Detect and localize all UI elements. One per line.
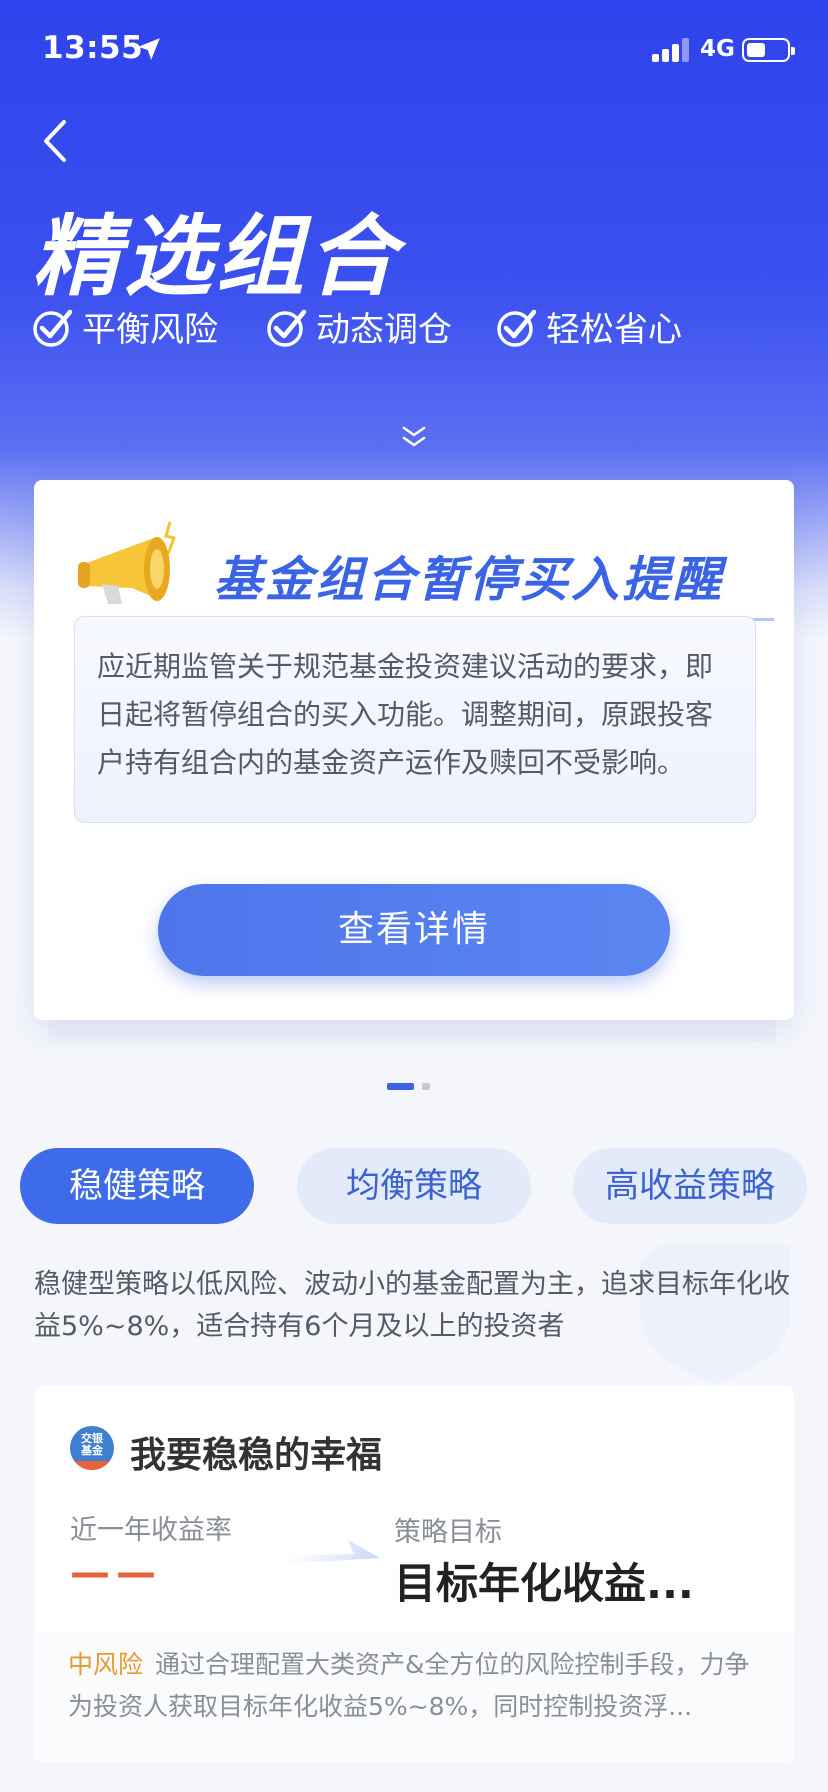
feature-label: 动态调仓 bbox=[316, 310, 452, 350]
logo-text: 基金 bbox=[81, 1444, 103, 1457]
feature-item: 动态调仓 bbox=[266, 302, 452, 351]
feature-list: 平衡风险 动态调仓 轻松省心 bbox=[32, 302, 812, 351]
status-bar: 13:55 4G bbox=[0, 0, 828, 100]
notice-card[interactable]: 基金组合暂停买入提醒 应近期监管关于规范基金投资建议活动的要求，即日起将暂停组合… bbox=[34, 480, 794, 1020]
product-name: 我要稳稳的幸福 bbox=[130, 1435, 383, 1476]
megaphone-icon bbox=[78, 521, 176, 604]
fund-logo: 交银 基金 bbox=[70, 1426, 114, 1470]
strategy-tabs: 稳健策略 均衡策略 高收益策略 bbox=[0, 1148, 828, 1224]
check-circle-icon bbox=[267, 309, 307, 347]
check-circle-icon bbox=[497, 309, 537, 347]
check-circle-icon bbox=[33, 309, 73, 347]
notice-title: 基金组合暂停买入提醒 bbox=[214, 552, 725, 608]
feature-label: 平衡风险 bbox=[82, 310, 218, 350]
feature-item: 轻松省心 bbox=[496, 302, 682, 351]
tab-balanced[interactable]: 均衡策略 bbox=[297, 1148, 531, 1224]
location-arrow-icon bbox=[138, 38, 160, 60]
product-description: 中风险 通过合理配置大类资产&全方位的风险控制手段，力争为投资人获取目标年化收益5… bbox=[34, 1632, 794, 1762]
product-description-text: 通过合理配置大类资产&全方位的风险控制手段，力争为投资人获取目标年化收益5%~8… bbox=[68, 1650, 750, 1721]
annual-return-value: —— bbox=[70, 1550, 162, 1596]
notice-body: 应近期监管关于规范基金投资建议活动的要求，即日起将暂停组合的买入功能。调整期间，… bbox=[74, 616, 756, 823]
back-arrow-icon[interactable] bbox=[36, 116, 76, 166]
strategy-description: 稳健型策略以低风险、波动小的基金配置为主，追求目标年化收益5%~8%，适合持有6… bbox=[34, 1269, 790, 1342]
battery-icon bbox=[742, 38, 795, 62]
page-title: 精选组合 bbox=[32, 205, 401, 308]
risk-badge: 中风险 bbox=[68, 1650, 144, 1679]
carousel-dot-active[interactable] bbox=[387, 1083, 414, 1090]
strategy-target-value: 目标年化收益... bbox=[394, 1559, 694, 1608]
product-card[interactable]: 交银 基金 我要稳稳的幸福 近一年收益率 —— 策略目标 目标年化收益... 中… bbox=[34, 1386, 794, 1762]
annual-return-label: 近一年收益率 bbox=[70, 1515, 232, 1546]
signal-icon bbox=[652, 38, 692, 62]
feature-label: 轻松省心 bbox=[546, 310, 682, 350]
network-type: 4G bbox=[700, 36, 735, 62]
carousel-indicator bbox=[387, 1083, 447, 1091]
status-time: 13:55 bbox=[42, 30, 144, 66]
carousel-dot[interactable] bbox=[422, 1083, 430, 1090]
arrow-right-icon bbox=[284, 1540, 380, 1564]
feature-item: 平衡风险 bbox=[32, 302, 218, 351]
notice-header: 基金组合暂停买入提醒 bbox=[74, 506, 774, 621]
view-details-button[interactable]: 查看详情 bbox=[158, 884, 670, 976]
double-chevron-down-icon[interactable] bbox=[398, 424, 430, 450]
tab-high-yield[interactable]: 高收益策略 bbox=[573, 1148, 807, 1224]
tab-conservative[interactable]: 稳健策略 bbox=[20, 1148, 254, 1224]
strategy-target-label: 策略目标 bbox=[394, 1517, 502, 1548]
